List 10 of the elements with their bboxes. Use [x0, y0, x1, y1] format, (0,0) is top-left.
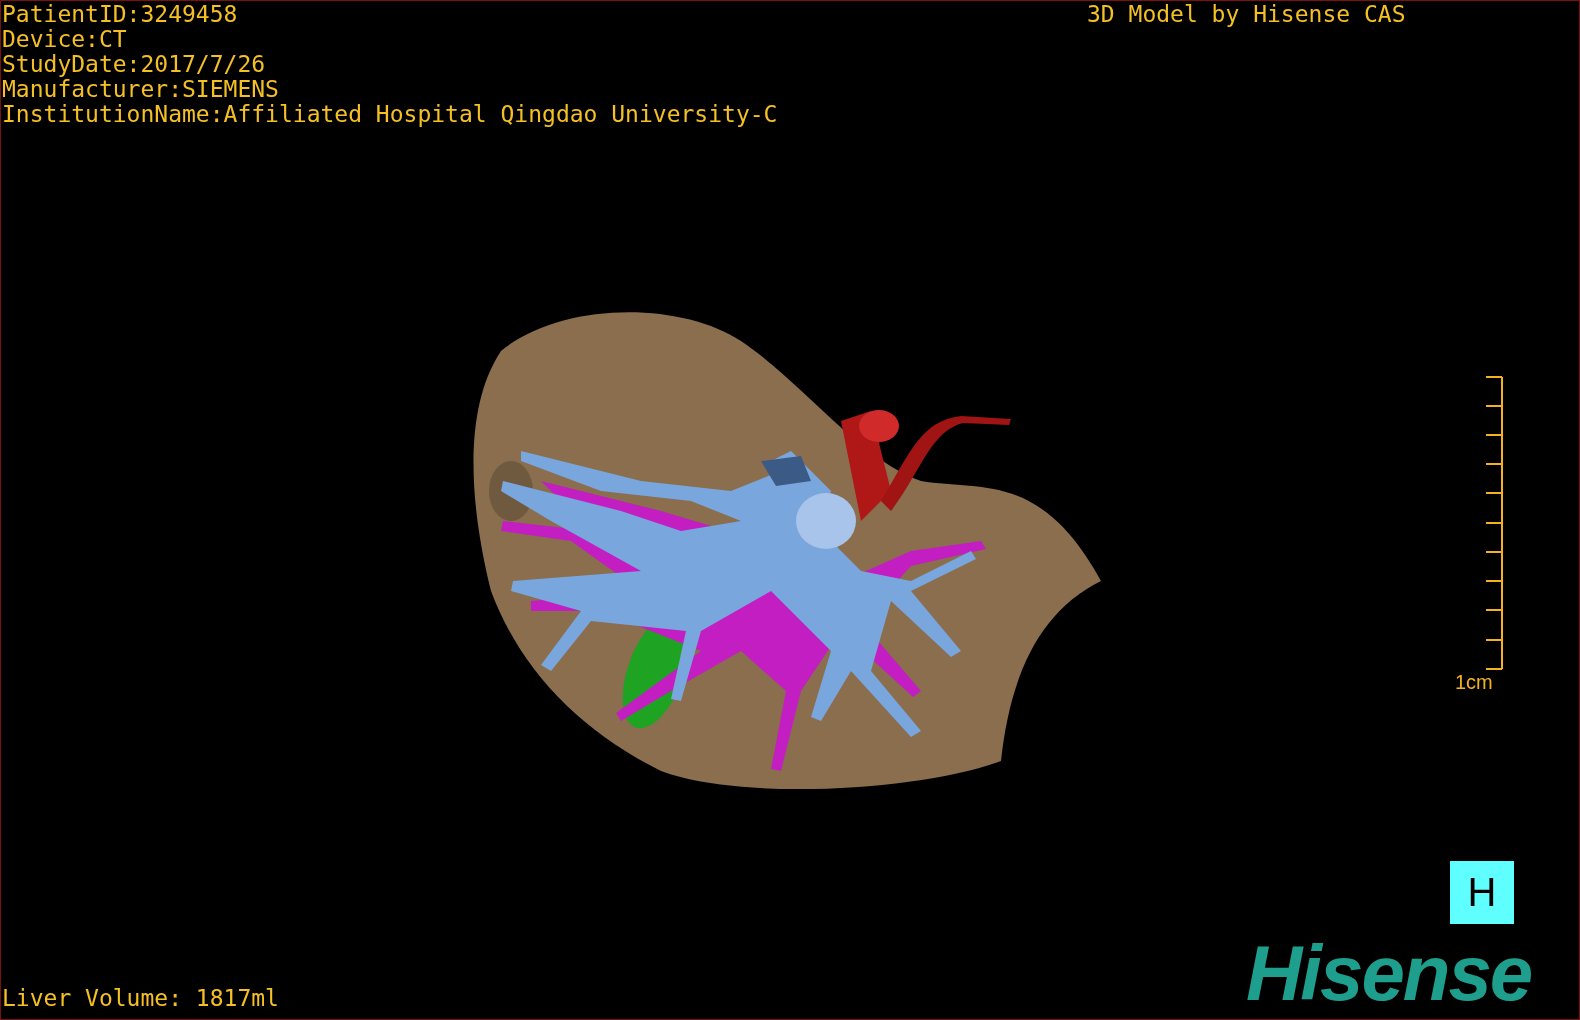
model-credit: 3D Model by Hisense CAS: [1087, 2, 1406, 27]
patient-info-line: InstitutionName:Affiliated Hospital Qingdao University-C: [2, 102, 778, 127]
scale-label: 1cm: [1455, 671, 1493, 693]
liver-volume: Liver Volume: 1817ml: [2, 986, 279, 1011]
patient-info-line: Device:CT: [2, 27, 128, 52]
orientation-marker: H: [1450, 861, 1514, 924]
patient-info-line: PatientID:3249458: [2, 2, 239, 27]
patient-info-line: StudyDate:2017/7/26: [2, 52, 267, 77]
patient-info-line: Manufacturer:SIEMENS: [2, 77, 280, 102]
logo: Hisense: [1246, 933, 1532, 1013]
